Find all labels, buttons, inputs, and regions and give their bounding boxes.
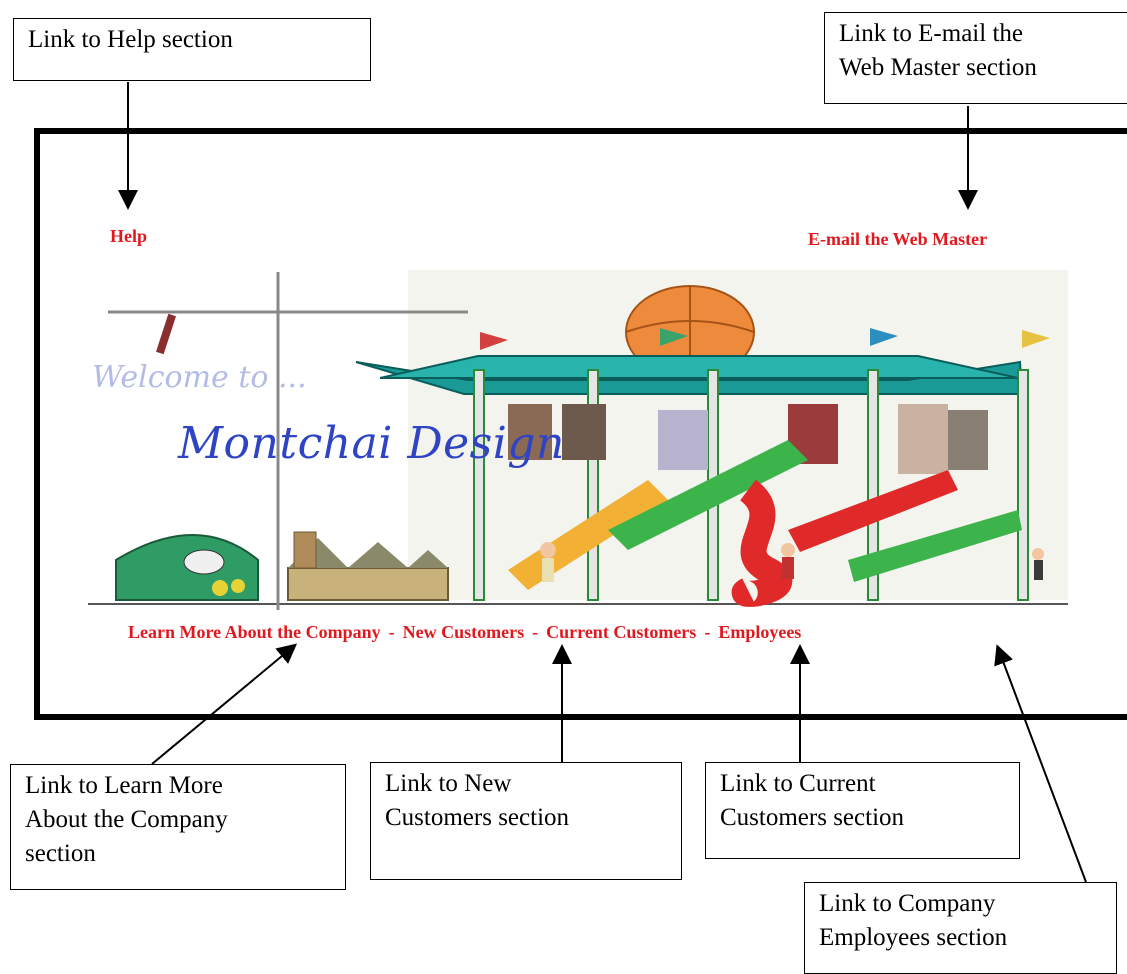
- callout-email-line2: Web Master section: [839, 54, 1037, 81]
- nav-separator: -: [704, 622, 711, 642]
- callout-help: Link to Help section: [13, 18, 371, 81]
- callout-email-line1: Link to E-mail the: [839, 20, 1023, 47]
- callout-employees-line1: Link to Company: [819, 890, 996, 917]
- nav-employees-link[interactable]: Employees: [718, 622, 801, 643]
- callout-learn-line2: About the Company: [25, 806, 228, 833]
- callout-new-line2: Customers section: [385, 804, 570, 831]
- email-webmaster-link[interactable]: E-mail the Web Master: [808, 229, 987, 250]
- nav-current-customers-link[interactable]: Current Customers: [546, 622, 696, 643]
- nav-new-customers-link[interactable]: New Customers: [403, 622, 524, 643]
- callout-new-customers: Link to New Customers section: [370, 762, 682, 880]
- main-nav: Learn More About the Company - New Custo…: [128, 622, 801, 643]
- callout-current-line1: Link to Current: [720, 770, 876, 797]
- nav-separator: -: [388, 622, 395, 642]
- callout-employees-line2: Employees section: [819, 924, 1008, 951]
- callout-learn-line1: Link to Learn More: [25, 772, 223, 799]
- help-link[interactable]: Help: [110, 226, 147, 247]
- welcome-text: Welcome to ...: [92, 360, 307, 395]
- callout-current-line2: Customers section: [720, 804, 905, 831]
- callout-employees: Link to Company Employees section: [804, 882, 1117, 974]
- callout-learn: Link to Learn More About the Company sec…: [10, 764, 346, 890]
- callout-email: Link to E-mail the Web Master section: [824, 12, 1127, 104]
- nav-separator: -: [532, 622, 539, 642]
- callout-current-customers: Link to Current Customers section: [705, 762, 1020, 859]
- brand-title: Montchai Design: [178, 418, 565, 469]
- callout-new-line1: Link to New: [385, 770, 512, 797]
- callout-help-text: Link to Help section: [28, 26, 233, 53]
- callout-learn-line3: section: [25, 840, 96, 867]
- nav-learn-more-link[interactable]: Learn More About the Company: [128, 622, 381, 643]
